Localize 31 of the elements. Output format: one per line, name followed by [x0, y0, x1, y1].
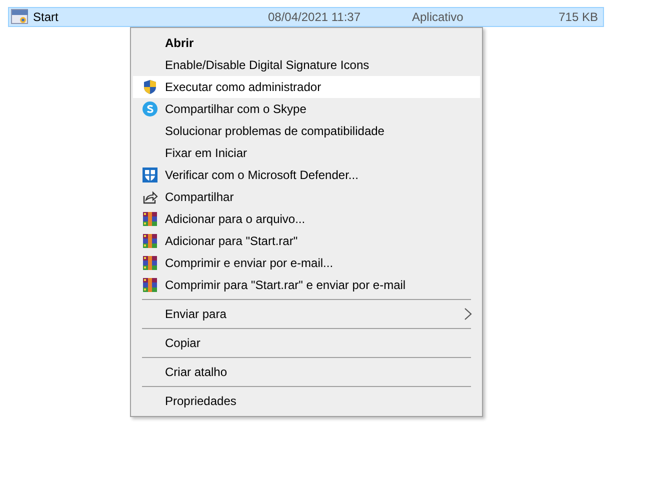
menu-item[interactable]: Enable/Disable Digital Signature Icons — [133, 54, 480, 76]
shield-icon — [142, 167, 158, 183]
menu-item[interactable]: Propriedades — [133, 390, 480, 412]
file-type: Aplicativo — [412, 10, 464, 24]
menu-item[interactable]: Adicionar para o arquivo... — [133, 208, 480, 230]
menu-item[interactable]: Comprimir para "Start.rar" e enviar por e-mail — [133, 274, 480, 296]
file-row[interactable]: Start 08/04/2021 11:37 Aplicativo 715 KB — [8, 7, 604, 27]
archive-icon — [142, 277, 158, 293]
menu-item[interactable]: Comprimir e enviar por e-mail... — [133, 252, 480, 274]
menu-item[interactable]: Solucionar problemas de compatibilidade — [133, 120, 480, 142]
file-name: Start — [33, 10, 60, 24]
archive-icon — [142, 233, 158, 249]
shield-icon — [142, 79, 158, 95]
skype-icon — [142, 101, 158, 117]
file-date: 08/04/2021 11:37 — [268, 10, 362, 24]
share-icon — [142, 189, 158, 205]
archive-icon — [142, 255, 158, 271]
chevron-right-icon — [464, 308, 472, 320]
menu-item[interactable]: Criar atalho — [133, 361, 480, 383]
application-icon — [11, 9, 29, 25]
menu-item[interactable]: Enviar para — [133, 303, 480, 325]
file-size: 715 KB — [558, 10, 599, 24]
archive-icon — [142, 211, 158, 227]
menu-item[interactable]: Adicionar para "Start.rar" — [133, 230, 480, 252]
menu-item[interactable]: Copiar — [133, 332, 480, 354]
menu-item[interactable]: Executar como administrador — [133, 76, 480, 98]
menu-item[interactable]: Compartilhar com o Skype — [133, 98, 480, 120]
menu-item[interactable]: Compartilhar — [133, 186, 480, 208]
menu-item[interactable]: Verificar com o Microsoft Defender... — [133, 164, 480, 186]
menu-item[interactable]: Fixar em Iniciar — [133, 142, 480, 164]
menu-item[interactable]: Abrir — [133, 32, 480, 54]
